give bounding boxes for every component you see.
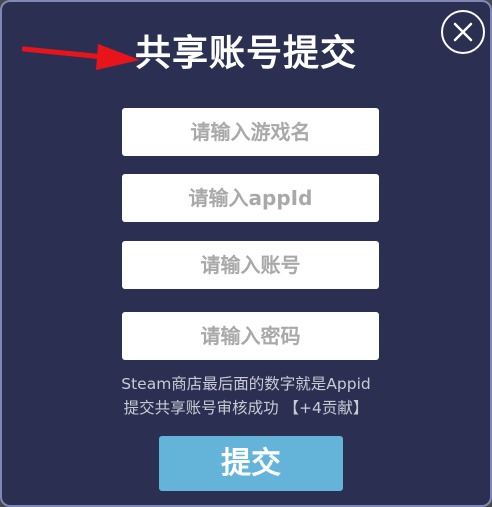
game-name-input[interactable] [122, 108, 379, 156]
share-account-dialog: 共享账号提交 Steam商店最后面的数字就是Appid 提交共享账号审核成功 【… [0, 0, 492, 507]
appid-hint-text: Steam商店最后面的数字就是Appid [121, 375, 371, 393]
red-arrow-annotation [22, 44, 140, 70]
account-input[interactable] [122, 241, 379, 289]
reward-hint-text: 提交共享账号审核成功 【+4贡献】 [123, 399, 369, 417]
appid-input[interactable] [122, 174, 379, 222]
password-input[interactable] [122, 312, 379, 360]
submit-button[interactable]: 提交 [159, 436, 343, 491]
